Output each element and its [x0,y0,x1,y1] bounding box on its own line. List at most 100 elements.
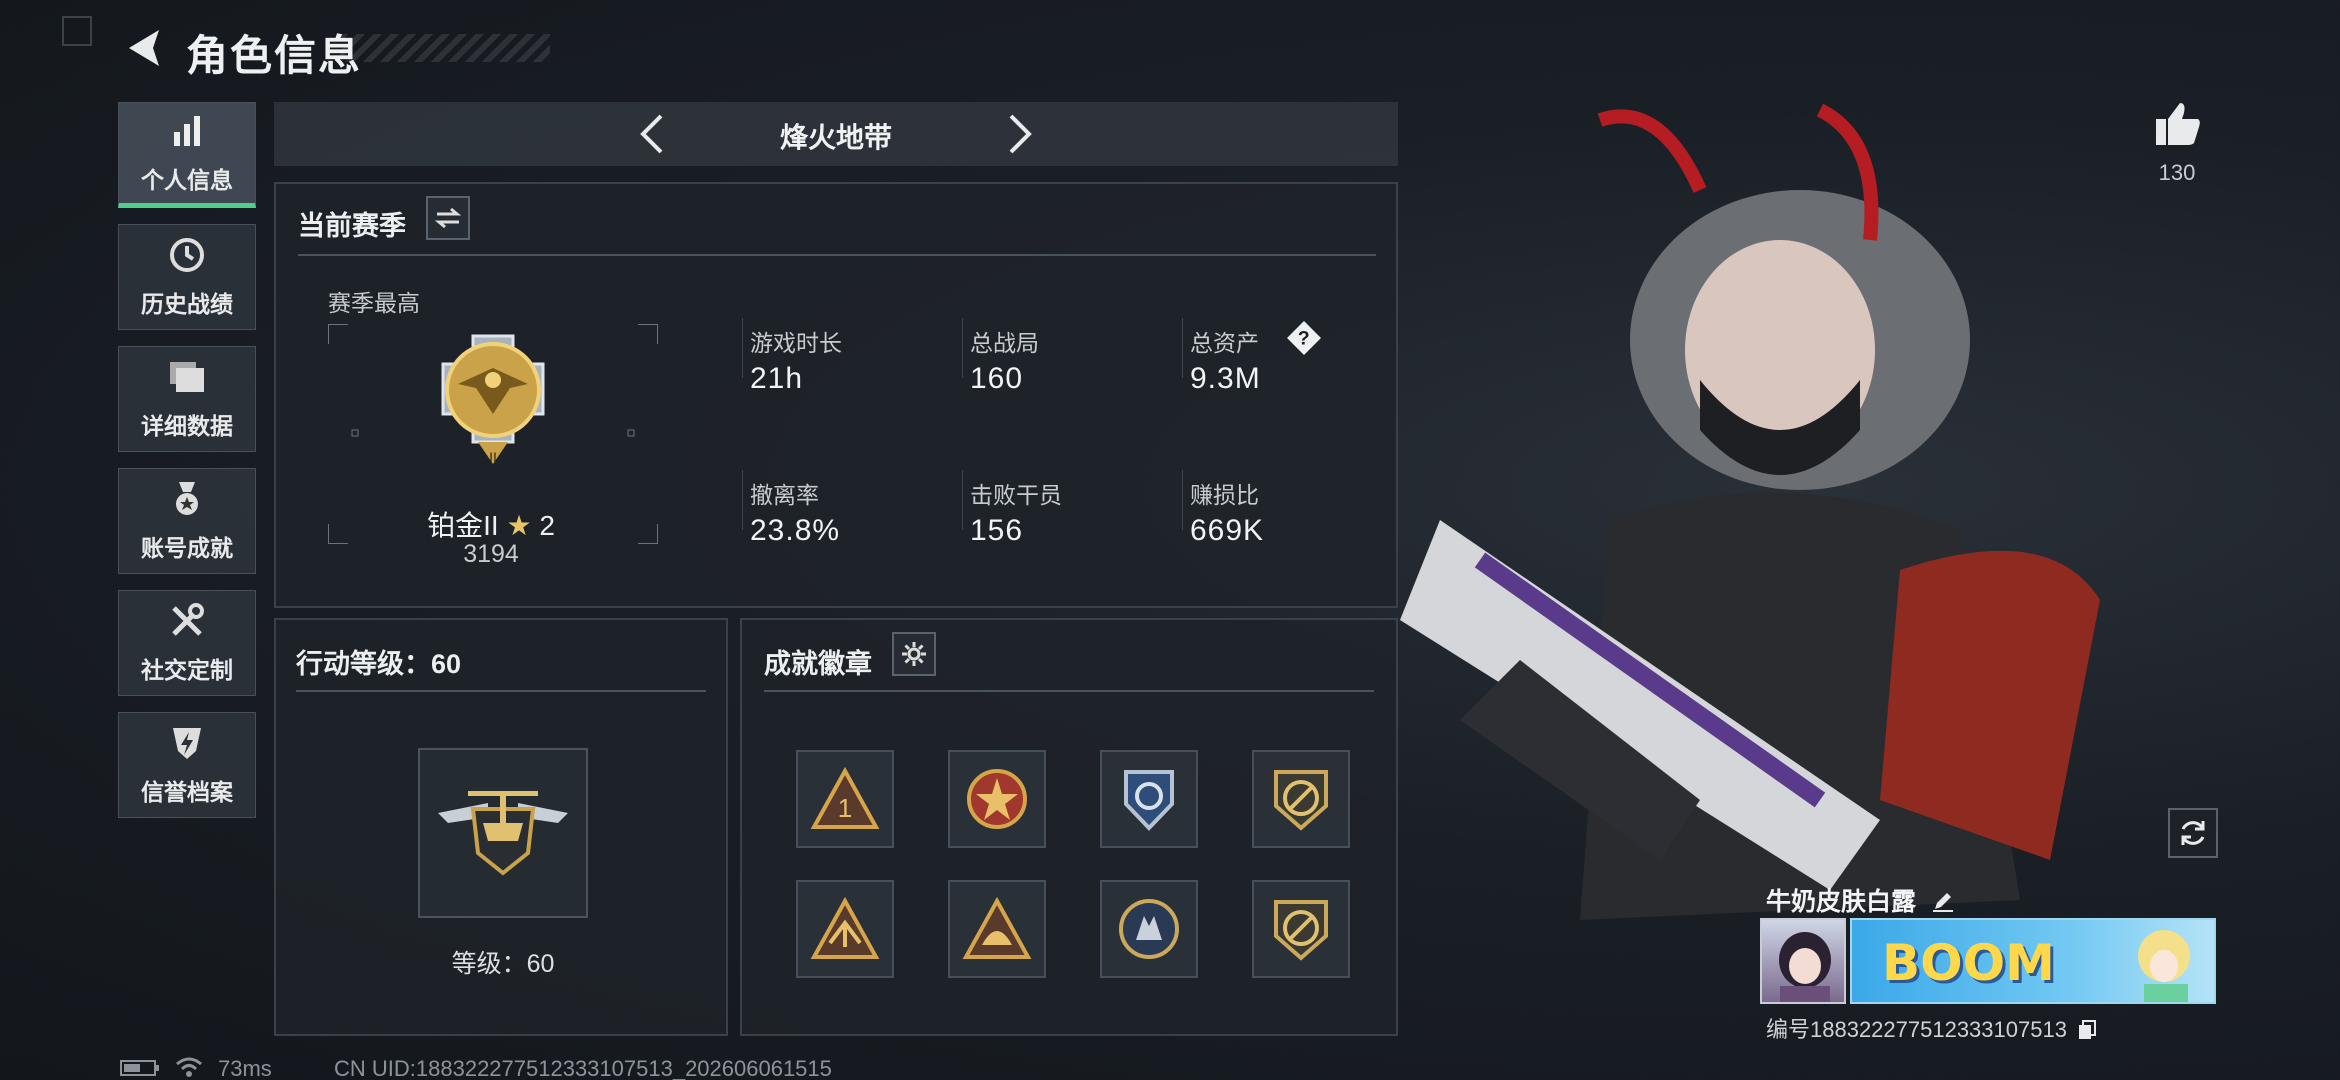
copy-icon [2079,1020,2097,1039]
divider [742,470,743,530]
wifi-icon [176,1057,203,1077]
refresh-button[interactable] [2168,808,2218,858]
divider [1182,470,1183,530]
sidebar-item-label: 历史战绩 [141,291,233,317]
season-panel: 当前赛季 赛季最高 II 铂金II ★ 2 3194 游戏时长 21h 总战局 … [274,182,1398,608]
like-button[interactable] [2148,96,2208,152]
player-name-text: 牛奶皮肤白露 [1766,888,1917,916]
rank-name: 铂金II [427,510,499,541]
stat-label: 撤离率 [750,482,819,508]
banner-character-image [2138,930,2190,1002]
chevron-right-icon [1009,114,1032,154]
sidebar-item-history[interactable]: 历史战绩 [118,224,256,330]
star-cross-badge-icon [967,769,1027,829]
gear-icon [902,642,926,666]
svg-text:II: II [489,449,497,465]
thumbs-up-icon [2156,103,2200,145]
helmet-badge-icon [962,897,1032,959]
sidebar-item-label: 社交定制 [141,657,233,683]
level-caption: 等级：60 [451,950,555,978]
star-icon: ★ [506,510,532,541]
divider [962,470,963,530]
no-gun-badge-icon [1274,770,1328,831]
action-level-title: 行动等级：60 [296,649,462,679]
sidebar-item-label: 信誉档案 [141,779,233,805]
badges-title: 成就徽章 [764,649,872,679]
back-button[interactable] [118,22,168,74]
rank-name-row: 铂金II ★ 2 [366,504,616,544]
player-banner[interactable]: BOOM [1850,918,2216,1004]
status-bar [120,1056,204,1080]
scorpion-badge-icon [810,897,880,959]
sidebar-item-personal-info[interactable]: 个人信息 [118,102,256,208]
stat-label: 总资产 [1190,330,1259,356]
mode-switcher: 烽火地带 [274,102,1398,166]
season-title: 当前赛季 [298,211,406,241]
level-emblem [418,748,588,918]
sidebar-item-detail-data[interactable]: 详细数据 [118,346,256,452]
stat-label: 击败干员 [970,482,1062,508]
rank-score: 3194 [463,540,519,568]
stat-value: 9.3M [1190,362,1261,395]
help-button[interactable]: ? [1287,321,1321,355]
refresh-icon [2181,821,2205,845]
like-count: 130 [2158,160,2196,185]
stat-value: 23.8% [750,514,841,547]
badge-tile-1[interactable]: 1 [796,750,894,848]
badge-tile-5[interactable] [796,880,894,978]
no-gun-badge-2-icon [1274,900,1328,961]
svg-text:1: 1 [838,793,852,823]
badge-tile-2[interactable] [948,750,1046,848]
tools-icon [167,601,207,641]
badge-settings-button[interactable] [892,632,936,676]
badge-tile-4[interactable] [1252,750,1350,848]
divider [742,318,743,378]
sidebar-item-credit-file[interactable]: 信誉档案 [118,712,256,818]
bar-chart-icon [167,111,207,151]
avatar-image [1779,932,1831,1002]
badge-tile-6[interactable] [948,880,1046,978]
footer-uid: CN UID:1883222775123331075​13_2026060615… [334,1056,832,1080]
avatar[interactable] [1760,918,1846,1004]
mode-name: 烽火地带 [779,122,892,153]
stat-value: 21h [750,362,804,395]
swap-arrows-icon [435,207,461,229]
edit-name-button[interactable] [1931,888,1955,916]
stat-label: 总战局 [970,330,1039,356]
switch-season-button[interactable] [426,196,470,240]
wolf-badge-icon [1119,899,1179,959]
stat-value: 156 [970,514,1024,547]
divider [296,690,706,692]
sidebar-item-social-custom[interactable]: 社交定制 [118,590,256,696]
corner-frame-decoration [62,16,92,46]
ping-value: 73ms [218,1056,272,1080]
sidebar-item-label: 详细数据 [141,413,233,439]
badge-tile-3[interactable] [1100,750,1198,848]
shield-bolt-icon [167,723,207,763]
stat-value: 160 [970,362,1024,395]
badge-tile-7[interactable] [1100,880,1198,978]
season-best-label: 赛季最高 [328,290,420,316]
page-title: 角色信息 [186,32,363,79]
achievement-badges-panel: 成就徽章 1 [740,618,1398,1036]
rank-stars: 2 [539,510,555,541]
divider [298,254,1376,256]
sidebar-item-label: 个人信息 [141,167,233,193]
copy-uid-button[interactable] [2077,1017,2097,1042]
sidebar-item-achievements[interactable]: 账号成就 [118,468,256,574]
medal-icon [167,479,207,519]
question-icon: ? [1298,326,1310,349]
history-icon [167,235,207,275]
banner-text: BOOM [1882,934,2055,992]
folder-icon [167,357,207,397]
stat-label: 赚损比 [1190,482,1259,508]
stat-label: 游戏时长 [750,330,842,356]
stat-value: 669K [1190,514,1265,547]
divider [962,318,963,378]
action-level-panel: 行动等级：60 等级：60 [274,618,728,1036]
battery-icon [120,1060,159,1076]
divider [764,690,1374,692]
next-mode-button[interactable] [996,110,1044,158]
divider [1182,318,1183,378]
badge-tile-8[interactable] [1252,880,1350,978]
